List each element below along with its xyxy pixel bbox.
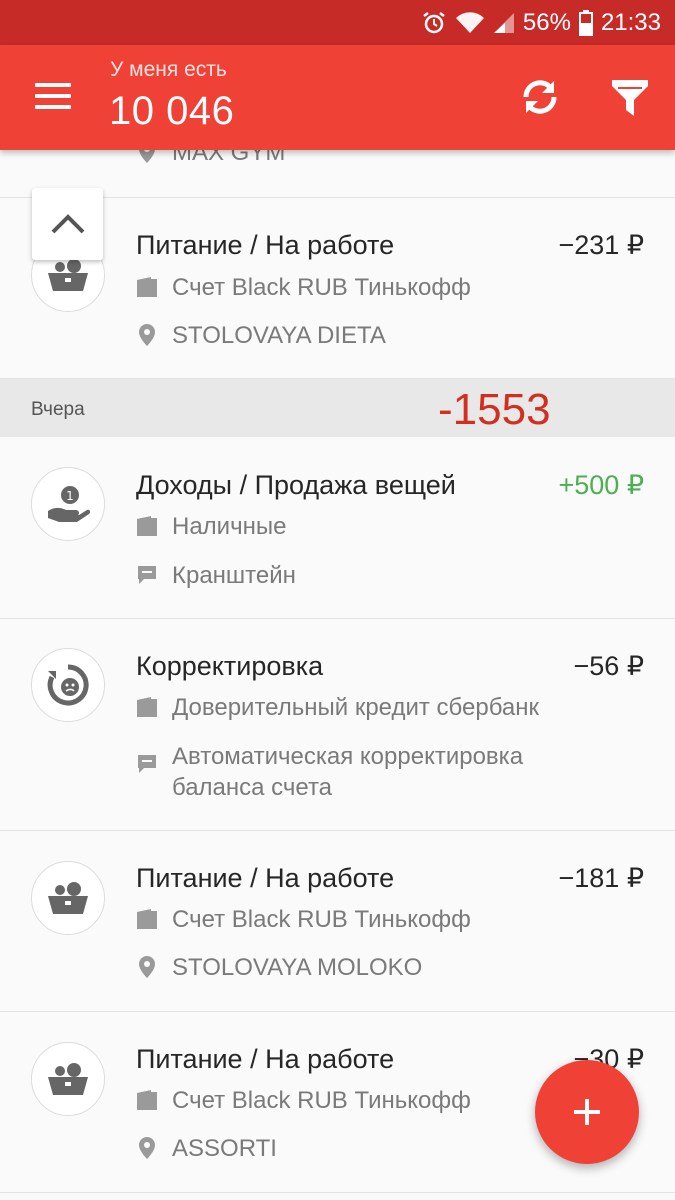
place-text: STOLOVAYA DIETA — [172, 322, 386, 349]
location-pin-icon — [136, 320, 158, 346]
note-line: Автоматическая корректировка баланса сче… — [136, 741, 592, 803]
account-text: Счет Black RUB Тинькофф — [172, 906, 471, 933]
place-line: MAX GYM — [136, 150, 285, 168]
account-text: Доверительный кредит сбербанк — [172, 694, 540, 721]
amount: −181 ₽ — [558, 863, 645, 893]
status-bar: 56% 21:33 — [0, 0, 675, 45]
amount: −56 ₽ — [573, 651, 644, 681]
add-transaction-button[interactable] — [535, 1060, 639, 1164]
account-text: Счет Black RUB Тинькофф — [172, 1087, 471, 1114]
adjustment-icon — [31, 648, 105, 722]
wallet-icon — [136, 692, 158, 718]
signal-icon — [493, 12, 514, 33]
place-line: STOLOVAYA MOLOKO — [136, 952, 422, 983]
balance-caption: У меня есть — [110, 58, 227, 81]
location-pin-icon — [136, 952, 158, 978]
category-title: Питание / На работе — [136, 863, 395, 893]
balance-value: 10 046 — [109, 89, 235, 133]
account-line: Наличные — [136, 511, 286, 542]
place-text: ASSORTI — [172, 1135, 277, 1162]
note-text: Автоматическая корректировка баланса сче… — [172, 743, 524, 801]
wifi-icon — [455, 11, 484, 33]
location-pin-icon — [136, 150, 158, 163]
transaction-list[interactable]: MAX GYM Питание / На работе −231 ₽ Счет … — [0, 150, 675, 1200]
amount: −231 ₽ — [558, 230, 645, 260]
clock: 21:33 — [600, 8, 661, 36]
category-title: Доходы / Продажа вещей — [136, 470, 456, 500]
scroll-up-button[interactable] — [32, 188, 103, 260]
plus-icon — [574, 1099, 600, 1125]
place-text: MAX GYM — [172, 150, 286, 166]
battery-icon — [578, 9, 593, 36]
wallet-icon — [136, 272, 158, 298]
list-item[interactable]: Корректировка −56 ₽ Доверительный кредит… — [0, 619, 675, 831]
day-label: Вчера — [31, 399, 85, 420]
comment-icon — [136, 741, 158, 775]
battery-percent: 56% — [522, 8, 571, 36]
note-text: Кранштейн — [172, 562, 296, 589]
day-header: Вчера -1553 — [0, 379, 675, 437]
account-text: Счет Black RUB Тинькофф — [172, 274, 471, 301]
alarm-icon — [423, 11, 445, 33]
chevron-up-icon — [51, 214, 84, 234]
svg-text:1: 1 — [66, 489, 74, 503]
category-title: Корректировка — [136, 651, 324, 681]
location-pin-icon — [136, 1133, 158, 1159]
comment-icon — [136, 560, 158, 586]
place-text: STOLOVAYA MOLOKO — [172, 954, 423, 981]
sync-icon[interactable] — [518, 75, 562, 119]
basket-icon — [31, 861, 105, 935]
place-line: ASSORTI — [136, 1133, 277, 1164]
account-line: Счет Black RUB Тинькофф — [136, 1085, 471, 1116]
basket-icon — [31, 1042, 105, 1116]
note-line: Кранштейн — [136, 560, 296, 591]
hand-coin-icon: 1 — [31, 467, 105, 541]
account-line: Счет Black RUB Тинькофф — [136, 272, 471, 303]
filter-icon[interactable] — [610, 78, 650, 118]
wallet-icon — [136, 904, 158, 930]
place-line: STOLOVAYA DIETA — [136, 320, 386, 351]
amount: +500 ₽ — [558, 470, 645, 500]
account-line: Доверительный кредит сбербанк — [136, 692, 539, 723]
category-title: Питание / На работе — [136, 230, 395, 260]
day-total: -1553 — [438, 385, 551, 434]
list-item[interactable]: Питание / На работе −181 ₽ Счет Black RU… — [0, 831, 675, 1012]
category-title: Питание / На работе — [136, 1044, 395, 1074]
list-item[interactable]: 1 Доходы / Продажа вещей +500 ₽ Наличные… — [0, 437, 675, 619]
wallet-icon — [136, 511, 158, 537]
wallet-icon — [136, 1085, 158, 1111]
app-bar: У меня есть 10 046 — [0, 45, 675, 150]
account-line: Счет Black RUB Тинькофф — [136, 904, 471, 935]
hamburger-menu-icon[interactable] — [35, 83, 71, 109]
account-text: Наличные — [172, 513, 287, 540]
